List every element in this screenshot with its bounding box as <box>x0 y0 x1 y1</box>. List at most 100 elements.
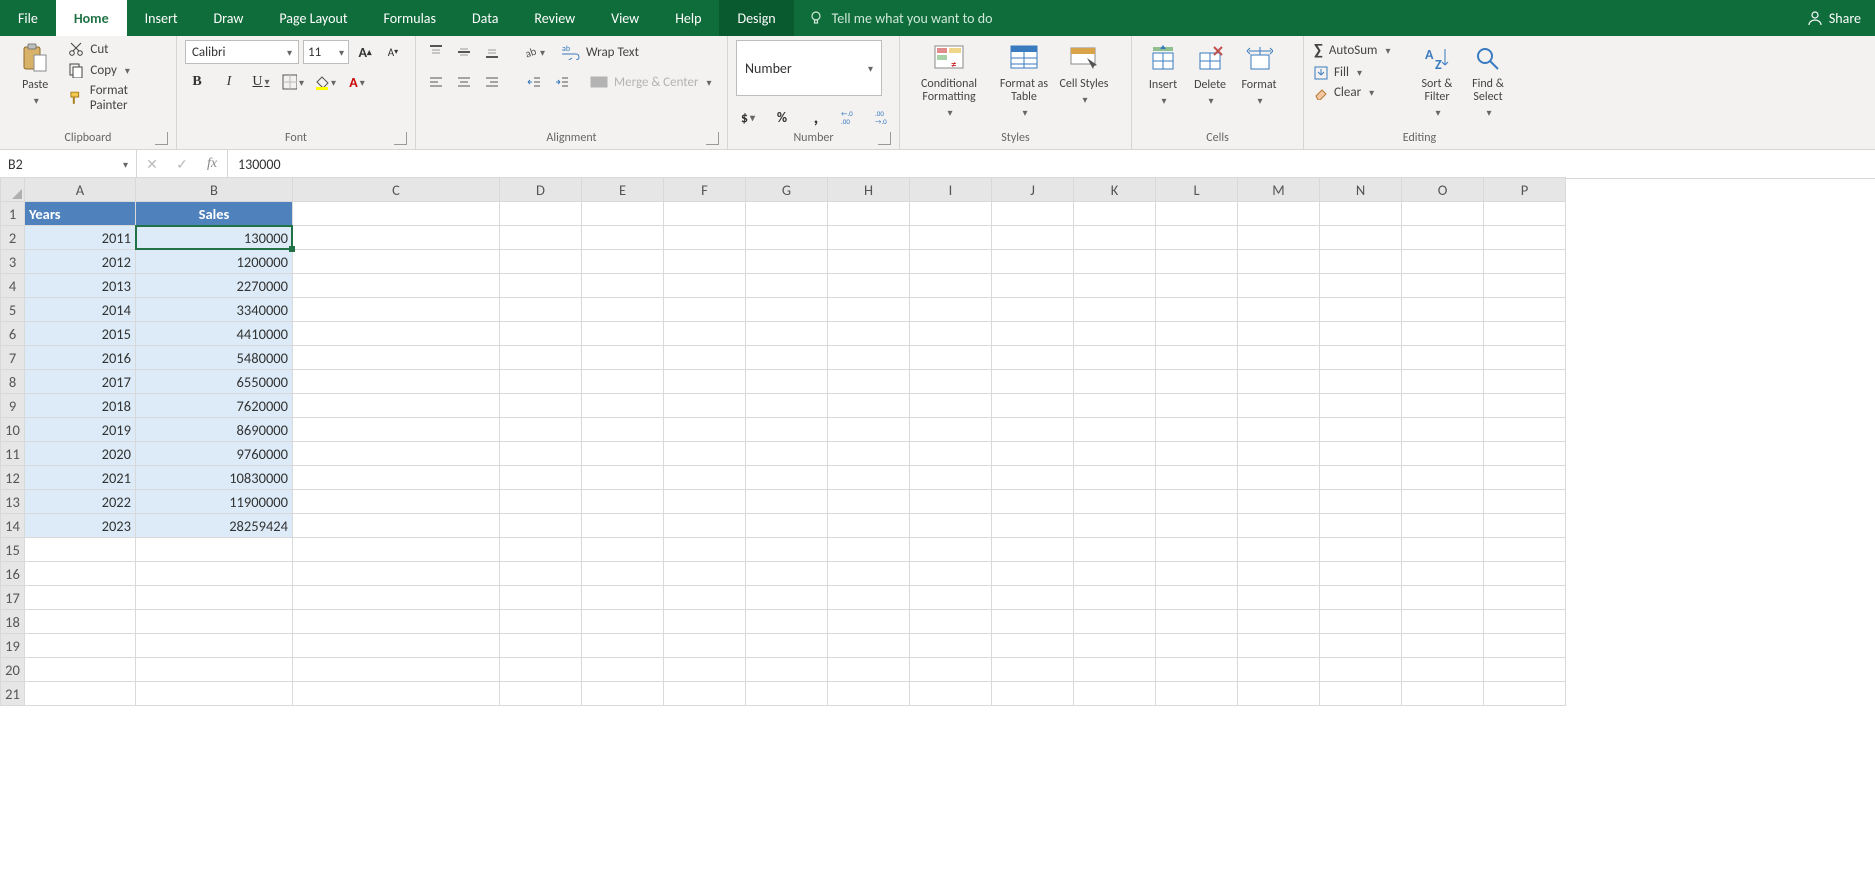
cell-G1[interactable] <box>746 202 828 226</box>
cell-G9[interactable] <box>746 394 828 418</box>
orientation-button[interactable]: ab▾ <box>522 40 546 64</box>
row-header-18[interactable]: 18 <box>1 610 25 634</box>
cell-C17[interactable] <box>293 586 500 610</box>
cell-N17[interactable] <box>1320 586 1402 610</box>
cell-J7[interactable] <box>992 346 1074 370</box>
name-box[interactable]: B2▾ <box>0 150 137 178</box>
column-header-J[interactable]: J <box>992 178 1074 202</box>
cell-K11[interactable] <box>1074 442 1156 466</box>
cell-N8[interactable] <box>1320 370 1402 394</box>
cell-N21[interactable] <box>1320 682 1402 706</box>
cell-D15[interactable] <box>500 538 582 562</box>
cell-I9[interactable] <box>910 394 992 418</box>
row-header-16[interactable]: 16 <box>1 562 25 586</box>
cell-I11[interactable] <box>910 442 992 466</box>
cell-G14[interactable] <box>746 514 828 538</box>
cell-P10[interactable] <box>1484 418 1566 442</box>
cell-C16[interactable] <box>293 562 500 586</box>
cell-C19[interactable] <box>293 634 500 658</box>
cell-O14[interactable] <box>1402 514 1484 538</box>
cell-L12[interactable] <box>1156 466 1238 490</box>
cell-L19[interactable] <box>1156 634 1238 658</box>
cell-G17[interactable] <box>746 586 828 610</box>
cell-B7[interactable]: 5480000 <box>136 346 293 370</box>
cell-O4[interactable] <box>1402 274 1484 298</box>
cell-F18[interactable] <box>664 610 746 634</box>
column-header-L[interactable]: L <box>1156 178 1238 202</box>
cell-O2[interactable] <box>1402 226 1484 250</box>
column-header-N[interactable]: N <box>1320 178 1402 202</box>
cell-H10[interactable] <box>828 418 910 442</box>
dialog-launcher-icon[interactable] <box>878 132 891 145</box>
cell-H12[interactable] <box>828 466 910 490</box>
cell-D16[interactable] <box>500 562 582 586</box>
cell-P8[interactable] <box>1484 370 1566 394</box>
cell-E21[interactable] <box>582 682 664 706</box>
row-header-13[interactable]: 13 <box>1 490 25 514</box>
underline-button[interactable]: U▾ <box>249 70 273 94</box>
cell-N9[interactable] <box>1320 394 1402 418</box>
cell-E14[interactable] <box>582 514 664 538</box>
cell-C1[interactable] <box>293 202 500 226</box>
cell-H21[interactable] <box>828 682 910 706</box>
cell-I10[interactable] <box>910 418 992 442</box>
cell-J13[interactable] <box>992 490 1074 514</box>
cell-A3[interactable]: 2012 <box>25 250 136 274</box>
cell-L8[interactable] <box>1156 370 1238 394</box>
cell-H15[interactable] <box>828 538 910 562</box>
cell-F19[interactable] <box>664 634 746 658</box>
cell-G12[interactable] <box>746 466 828 490</box>
cell-A16[interactable] <box>25 562 136 586</box>
cell-J8[interactable] <box>992 370 1074 394</box>
cell-K2[interactable] <box>1074 226 1156 250</box>
cell-N1[interactable] <box>1320 202 1402 226</box>
cell-O10[interactable] <box>1402 418 1484 442</box>
cell-F21[interactable] <box>664 682 746 706</box>
cell-E1[interactable] <box>582 202 664 226</box>
cell-E8[interactable] <box>582 370 664 394</box>
cell-F1[interactable] <box>664 202 746 226</box>
cell-L15[interactable] <box>1156 538 1238 562</box>
cell-H16[interactable] <box>828 562 910 586</box>
cell-I20[interactable] <box>910 658 992 682</box>
align-bottom-button[interactable] <box>480 40 504 64</box>
cell-K8[interactable] <box>1074 370 1156 394</box>
cell-H3[interactable] <box>828 250 910 274</box>
cell-I6[interactable] <box>910 322 992 346</box>
cell-F11[interactable] <box>664 442 746 466</box>
cell-B8[interactable]: 6550000 <box>136 370 293 394</box>
cell-J5[interactable] <box>992 298 1074 322</box>
cell-M2[interactable] <box>1238 226 1320 250</box>
cell-C2[interactable] <box>293 226 500 250</box>
cell-M7[interactable] <box>1238 346 1320 370</box>
row-header-6[interactable]: 6 <box>1 322 25 346</box>
cell-M5[interactable] <box>1238 298 1320 322</box>
cell-K7[interactable] <box>1074 346 1156 370</box>
row-header-5[interactable]: 5 <box>1 298 25 322</box>
increase-indent-button[interactable] <box>550 70 574 94</box>
cell-P7[interactable] <box>1484 346 1566 370</box>
cell-C15[interactable] <box>293 538 500 562</box>
cell-L14[interactable] <box>1156 514 1238 538</box>
cell-H5[interactable] <box>828 298 910 322</box>
cell-F12[interactable] <box>664 466 746 490</box>
cell-O12[interactable] <box>1402 466 1484 490</box>
cell-styles-button[interactable]: Cell Styles▾ <box>1058 40 1110 106</box>
cell-N15[interactable] <box>1320 538 1402 562</box>
cell-F2[interactable] <box>664 226 746 250</box>
cell-K17[interactable] <box>1074 586 1156 610</box>
cell-A6[interactable]: 2015 <box>25 322 136 346</box>
cell-K4[interactable] <box>1074 274 1156 298</box>
row-header-21[interactable]: 21 <box>1 682 25 706</box>
cell-K3[interactable] <box>1074 250 1156 274</box>
cell-B11[interactable]: 9760000 <box>136 442 293 466</box>
dialog-launcher-icon[interactable] <box>706 132 719 145</box>
cell-D5[interactable] <box>500 298 582 322</box>
column-header-B[interactable]: B <box>136 178 293 202</box>
cell-B1[interactable]: Sales <box>136 202 293 226</box>
cell-M19[interactable] <box>1238 634 1320 658</box>
cell-L20[interactable] <box>1156 658 1238 682</box>
column-header-P[interactable]: P <box>1484 178 1566 202</box>
cell-B18[interactable] <box>136 610 293 634</box>
cell-E9[interactable] <box>582 394 664 418</box>
